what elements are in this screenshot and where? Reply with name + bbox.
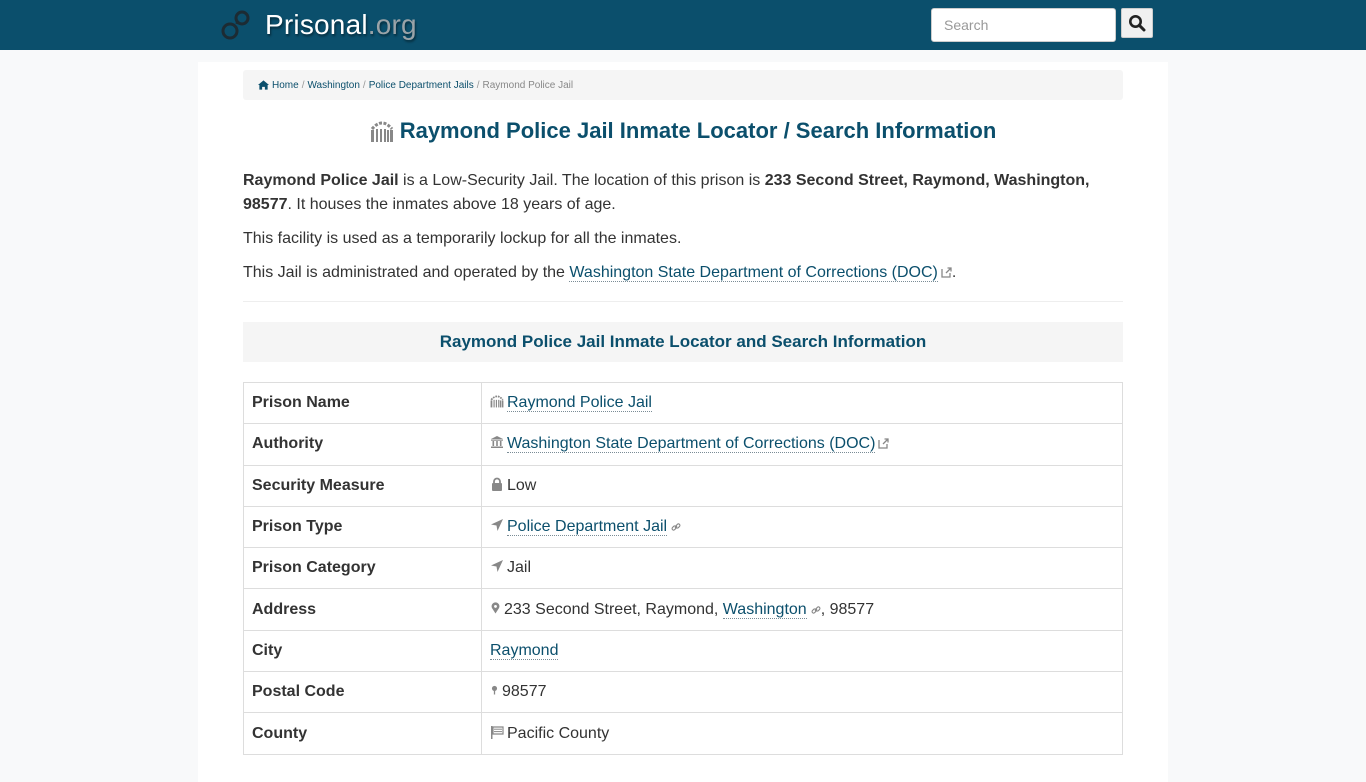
table-row: Prison Category Jail — [243, 547, 1123, 590]
row-label: Prison Type — [243, 505, 482, 549]
table-row: Prison Type Police Department Jail — [243, 505, 1123, 549]
row-label: Prison Category — [243, 547, 482, 590]
row-value: Raymond Police Jail — [481, 381, 1123, 425]
prison-category-value: Jail — [507, 559, 532, 577]
page-title-text: Raymond Police Jail Inmate Locator / Sea… — [399, 118, 997, 143]
lock-icon — [492, 477, 502, 491]
breadcrumb-current: Raymond Police Jail — [482, 79, 574, 91]
map-marker-icon — [491, 601, 500, 614]
table-row: Address 233 Second Street, Raymond, Wash… — [243, 588, 1123, 631]
brand-tld: .org — [367, 9, 417, 40]
search-button[interactable] — [1121, 8, 1153, 38]
row-value: 233 Second Street, Raymond, Washington , … — [481, 588, 1123, 631]
intro-text: Raymond Police Jail is a Low-Security Ja… — [243, 169, 1123, 285]
row-value: Raymond — [481, 629, 1123, 673]
map-pin-icon — [491, 686, 498, 695]
row-value: Jail — [481, 547, 1123, 590]
table-row: Prison Name Raymond Police Jail — [243, 381, 1123, 425]
table-row: Security Measure Low — [243, 464, 1123, 507]
page-title: Raymond Police Jail Inmate Locator / Sea… — [243, 118, 1123, 144]
table-row: City Raymond — [243, 629, 1123, 673]
row-label: City — [243, 629, 482, 673]
row-label: County — [243, 712, 482, 755]
security-measure-value: Low — [507, 476, 537, 494]
row-label: Postal Code — [243, 671, 482, 714]
handcuffs-icon — [221, 10, 250, 40]
table-row: County Pacific County — [243, 712, 1123, 755]
address-state-link[interactable]: Washington — [722, 600, 807, 619]
table-row: Authority Washington State Department of… — [243, 423, 1123, 466]
breadcrumb: Home / Washington / Police Department Ja… — [243, 70, 1123, 100]
prison-icon — [370, 121, 393, 142]
row-value: Pacific County — [481, 712, 1123, 755]
divider — [243, 301, 1123, 302]
prison-info-table: Prison Name Raymond Police Jail Authorit… — [243, 381, 1123, 755]
site-logo[interactable]: Prisonal.org — [220, 6, 417, 44]
location-arrow-icon — [491, 560, 503, 573]
breadcrumb-home[interactable]: Home — [272, 80, 299, 91]
row-value: Police Department Jail — [481, 505, 1123, 549]
external-link-icon — [941, 267, 952, 278]
prison-icon — [490, 395, 504, 408]
row-label: Address — [243, 588, 482, 631]
postal-code-value: 98577 — [502, 683, 547, 701]
prison-type-link[interactable]: Police Department Jail — [507, 518, 668, 537]
breadcrumb-washington[interactable]: Washington — [307, 80, 359, 91]
county-value: Pacific County — [507, 724, 610, 742]
search-input[interactable] — [931, 8, 1116, 42]
doc-authority-link[interactable]: Washington State Department of Correctio… — [569, 264, 938, 282]
search-form — [931, 8, 1153, 42]
breadcrumb-separator: / — [301, 79, 305, 91]
row-value: Washington State Department of Correctio… — [481, 423, 1123, 466]
intro-paragraph-1: Raymond Police Jail is a Low-Security Ja… — [243, 172, 1090, 213]
row-label: Prison Name — [243, 381, 482, 425]
row-label: Authority — [243, 423, 482, 466]
row-label: Security Measure — [243, 464, 482, 507]
city-link[interactable]: Raymond — [490, 641, 559, 660]
bank-icon — [491, 436, 503, 449]
table-row: Postal Code 98577 — [243, 671, 1123, 714]
external-link-icon — [878, 438, 890, 450]
row-value: Low — [481, 464, 1123, 507]
location-arrow-icon — [491, 519, 503, 532]
authority-link[interactable]: Washington State Department of Correctio… — [507, 435, 876, 454]
prison-name-link[interactable]: Raymond Police Jail — [507, 394, 652, 413]
intro-paragraph-2: This facility is used as a temporarily l… — [243, 230, 682, 247]
address-street: 233 Second Street, Raymond, — [504, 600, 723, 618]
row-value: 98577 — [481, 671, 1123, 714]
breadcrumb-separator: / — [362, 79, 366, 91]
breadcrumb-police-department-jails[interactable]: Police Department Jails — [369, 80, 474, 91]
intro-paragraph-3: This Jail is administrated and operated … — [243, 264, 957, 282]
link-icon — [671, 523, 681, 531]
section-heading: Raymond Police Jail Inmate Locator and S… — [243, 322, 1123, 362]
top-navbar: Prisonal.org — [0, 0, 1366, 50]
main-content: Home / Washington / Police Department Ja… — [198, 62, 1168, 782]
address-zip: , 98577 — [820, 600, 875, 618]
brand-name: Prisonal.org — [265, 9, 417, 40]
home-icon — [258, 80, 269, 90]
flag-icon — [491, 725, 504, 739]
search-icon — [1129, 15, 1146, 32]
link-icon — [811, 606, 821, 614]
breadcrumb-separator: / — [476, 79, 480, 91]
